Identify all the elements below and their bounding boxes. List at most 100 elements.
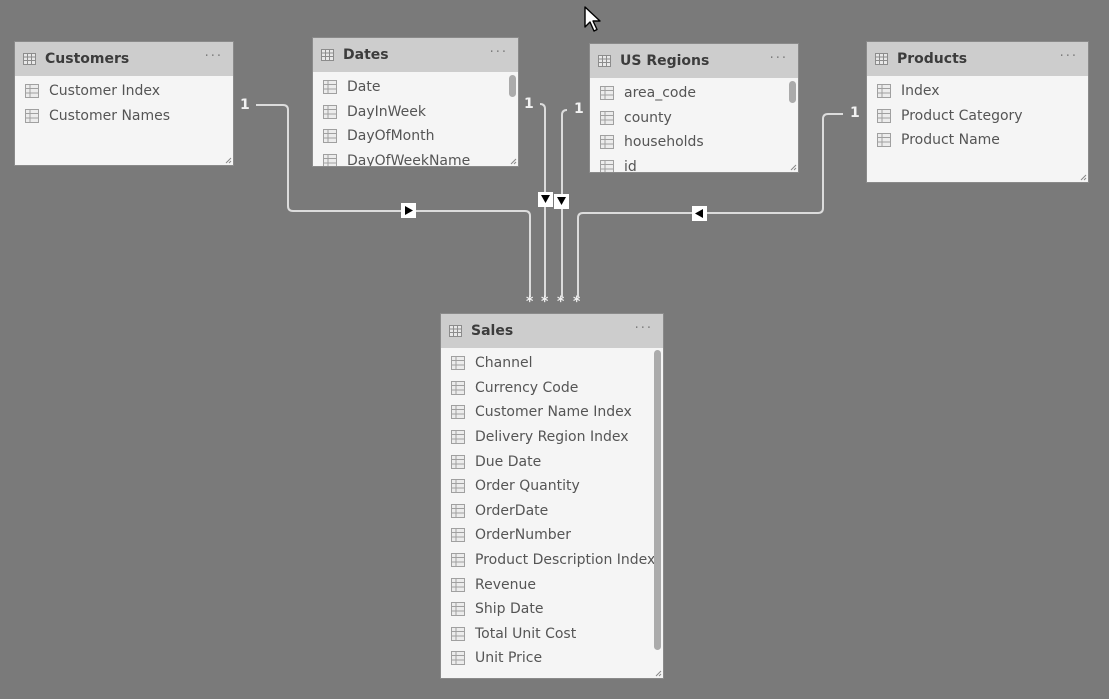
field-item[interactable]: area_code [590,81,798,106]
field-item[interactable]: Date [313,75,518,100]
table-card-customers[interactable]: Customers ··· Customer Index Customer Na… [15,42,233,165]
field-item[interactable]: Currency Code [441,376,663,401]
column-icon [877,133,891,148]
cross-filter-arrow-down-icon[interactable] [554,194,569,209]
field-item[interactable]: Customer Names [15,104,233,129]
field-item[interactable]: Product Name [867,128,1088,153]
column-icon [451,479,465,494]
field-item[interactable]: Index [867,79,1088,104]
field-item[interactable]: Ship Date [441,597,663,622]
model-diagram-canvas[interactable]: 1 1 1 1 * * * * Customers ··· Customer I… [0,0,1109,699]
resize-grip-icon[interactable] [510,158,517,165]
column-icon [451,503,465,518]
field-item[interactable]: households [590,130,798,155]
scrollbar-thumb[interactable] [789,81,796,103]
field-item[interactable]: Due Date [441,449,663,474]
column-icon [877,84,891,99]
table-header[interactable]: Customers ··· [15,42,233,76]
cross-filter-arrow-left-icon[interactable] [692,206,707,221]
cardinality-many-label: * [526,294,534,310]
more-options-button[interactable]: ··· [490,46,508,65]
table-icon [23,53,36,65]
column-icon [600,135,614,150]
column-icon [451,577,465,592]
field-name: Product Description Index [475,552,656,569]
table-header[interactable]: Sales ··· [441,314,663,348]
field-item[interactable]: DayOfMonth [313,124,518,149]
field-name: Delivery Region Index [475,429,629,446]
cross-filter-arrow-right-icon[interactable] [401,203,416,218]
table-card-products[interactable]: Products ··· Index Product Category Prod… [867,42,1088,182]
more-options-button[interactable]: ··· [770,52,788,71]
column-icon [451,626,465,641]
field-item[interactable]: Revenue [441,572,663,597]
table-header[interactable]: Products ··· [867,42,1088,76]
cardinality-one-label: 1 [850,105,860,121]
column-icon [323,104,337,119]
field-name: Order Quantity [475,478,580,495]
table-header[interactable]: US Regions ··· [590,44,798,78]
field-name: DayOfMonth [347,128,435,145]
field-name: Index [901,83,940,100]
cardinality-one-label: 1 [240,97,250,113]
field-item[interactable]: Customer Name Index [441,400,663,425]
field-item[interactable]: OrderDate [441,499,663,524]
table-icon [875,53,888,65]
table-title: Dates [343,47,389,63]
field-item[interactable]: Channel [441,351,663,376]
cardinality-one-label: 1 [574,101,584,117]
table-title: Customers [45,51,130,67]
table-card-us-regions[interactable]: US Regions ··· area_code county househol… [590,44,798,172]
field-item[interactable]: Product Description Index [441,548,663,573]
field-name: area_code [624,85,696,102]
field-list: Customer Index Customer Names [15,76,233,128]
field-list: Channel Currency Code Customer Name Inde… [441,348,663,671]
field-item[interactable]: DayOfWeekName [313,149,518,166]
table-title: Sales [471,323,514,339]
field-name: DayInWeek [347,103,427,120]
field-name: Total Unit Cost [475,625,577,642]
column-icon [323,129,337,144]
field-name: Revenue [475,576,536,593]
field-item[interactable]: Customer Index [15,79,233,104]
column-icon [600,86,614,101]
field-item[interactable]: Order Quantity [441,474,663,499]
field-list: area_code county households id [590,78,798,172]
resize-grip-icon[interactable] [790,164,797,171]
field-name: Due Date [475,453,542,470]
column-icon [451,651,465,666]
column-icon [25,84,39,99]
table-header[interactable]: Dates ··· [313,38,518,72]
field-item[interactable]: Unit Price [441,646,663,671]
resize-grip-icon[interactable] [225,157,232,164]
column-icon [451,553,465,568]
column-icon [877,108,891,123]
field-item[interactable]: OrderNumber [441,523,663,548]
field-item[interactable]: Total Unit Cost [441,622,663,647]
field-name: Product Category [901,107,1023,124]
table-title: Products [897,51,968,67]
field-item[interactable]: county [590,106,798,131]
field-item[interactable]: Product Category [867,104,1088,129]
field-name: Currency Code [475,379,579,396]
cardinality-many-label: * [573,294,581,310]
field-item[interactable]: id [590,155,798,172]
scrollbar-thumb[interactable] [509,75,516,97]
more-options-button[interactable]: ··· [1060,50,1078,69]
cross-filter-arrow-down-icon[interactable] [538,192,553,207]
more-options-button[interactable]: ··· [635,322,653,341]
mouse-pointer-icon [584,6,601,32]
column-icon [451,602,465,617]
column-icon [451,405,465,420]
resize-grip-icon[interactable] [1080,174,1087,181]
cardinality-many-label: * [557,294,565,310]
table-card-sales[interactable]: Sales ··· Channel Currency Code Customer… [441,314,663,678]
field-item[interactable]: DayInWeek [313,100,518,125]
scrollbar-thumb[interactable] [654,350,661,650]
more-options-button[interactable]: ··· [205,50,223,69]
field-name: DayOfWeekName [347,153,471,166]
field-name: Customer Index [49,83,160,100]
field-item[interactable]: Delivery Region Index [441,425,663,450]
table-card-dates[interactable]: Dates ··· Date DayInWeek DayOfMonth DayO… [313,38,518,166]
resize-grip-icon[interactable] [655,670,662,677]
